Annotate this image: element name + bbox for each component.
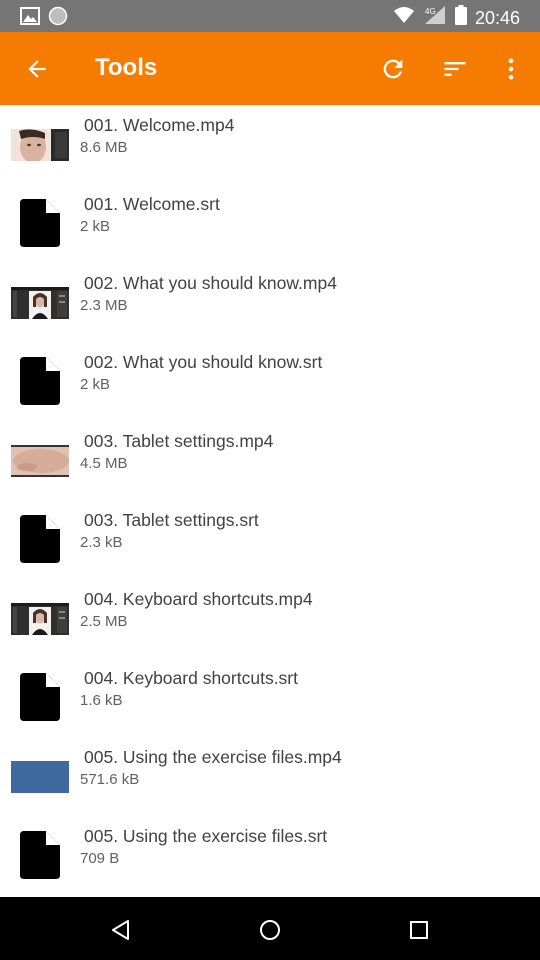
home-circle-icon: [260, 920, 280, 940]
back-arrow-icon: [28, 60, 46, 78]
document-icon: [20, 673, 60, 721]
back-triangle-icon: [112, 920, 129, 940]
refresh-icon: [383, 59, 403, 79]
app-bar: Tools: [0, 32, 540, 105]
video-thumbnail: [11, 761, 69, 793]
list-item[interactable]: 005. Using the exercise files.mp4 571.6 k…: [0, 737, 540, 816]
video-thumbnail: [11, 603, 69, 635]
list-item[interactable]: 004. Keyboard shortcuts.srt 1.6 kB: [0, 658, 540, 737]
refresh-button[interactable]: [378, 54, 408, 84]
document-icon: [20, 199, 60, 247]
video-thumbnail: [11, 129, 69, 161]
signal-icon: 4G: [423, 5, 447, 30]
list-item[interactable]: 001. Welcome.srt 2 kB: [0, 184, 540, 263]
file-size: 709 B: [80, 850, 120, 867]
file-size: 2.3 kB: [80, 534, 123, 551]
navigation-bar: [0, 897, 540, 960]
file-size: 2.5 MB: [80, 613, 128, 630]
list-item[interactable]: 003. Tablet settings.srt 2.3 kB: [0, 500, 540, 579]
file-list: 001. Welcome.mp4 8.6 MB 001. Welcome.srt 2…: [0, 105, 540, 897]
list-item[interactable]: 005. Using the exercise files.srt 709 B: [0, 816, 540, 895]
file-size: 1.6 kB: [80, 692, 123, 709]
nav-recents-button[interactable]: [404, 915, 434, 945]
file-size: 571.6 kB: [80, 771, 140, 788]
nav-back-button[interactable]: [106, 915, 136, 945]
image-icon: [20, 7, 40, 30]
file-name: 003. Tablet settings.mp4: [84, 431, 274, 451]
video-thumbnail: [11, 445, 69, 477]
circle-icon: [48, 6, 68, 31]
list-item[interactable]: 001. Welcome.mp4 8.6 MB: [0, 105, 540, 184]
battery-icon: [454, 5, 467, 30]
file-name: 004. Keyboard shortcuts.mp4: [84, 589, 313, 609]
list-item[interactable]: 004. Keyboard shortcuts.mp4 2.5 MB: [0, 579, 540, 658]
file-name: 002. What you should know.mp4: [84, 273, 337, 293]
recents-square-icon: [410, 921, 428, 939]
clock: 20:46: [474, 7, 520, 28]
sort-icon: [444, 62, 466, 76]
back-button[interactable]: [22, 54, 52, 84]
file-size: 4.5 MB: [80, 455, 128, 472]
page-title: Tools: [95, 54, 158, 81]
file-name: 005. Using the exercise files.srt: [84, 826, 328, 846]
file-name: 004. Keyboard shortcuts.srt: [84, 668, 298, 688]
nav-home-button[interactable]: [255, 915, 285, 945]
list-item[interactable]: 002. What you should know.srt 2 kB: [0, 342, 540, 421]
video-thumbnail: [11, 287, 69, 319]
file-name: 001. Welcome.mp4: [84, 115, 235, 135]
file-name: 002. What you should know.srt: [84, 352, 323, 372]
list-item[interactable]: 003. Tablet settings.mp4 4.5 MB: [0, 421, 540, 500]
file-size: 8.6 MB: [80, 139, 128, 156]
more-options-button[interactable]: [496, 54, 526, 84]
document-icon: [20, 515, 60, 563]
status-bar: 4G 20:46: [0, 0, 540, 32]
document-icon: [20, 831, 60, 879]
more-vert-icon: [508, 58, 514, 80]
sort-button[interactable]: [440, 54, 470, 84]
file-size: 2.3 MB: [80, 297, 128, 314]
document-icon: [20, 357, 60, 405]
file-size: 2 kB: [80, 218, 111, 235]
file-name: 001. Welcome.srt: [84, 194, 220, 214]
network-label: 4G: [425, 7, 436, 16]
file-size: 2 kB: [80, 376, 111, 393]
list-item[interactable]: 002. What you should know.mp4 2.3 MB: [0, 263, 540, 342]
file-name: 003. Tablet settings.srt: [84, 510, 259, 530]
file-name: 005. Using the exercise files.mp4: [84, 747, 342, 767]
wifi-icon: [393, 6, 415, 29]
